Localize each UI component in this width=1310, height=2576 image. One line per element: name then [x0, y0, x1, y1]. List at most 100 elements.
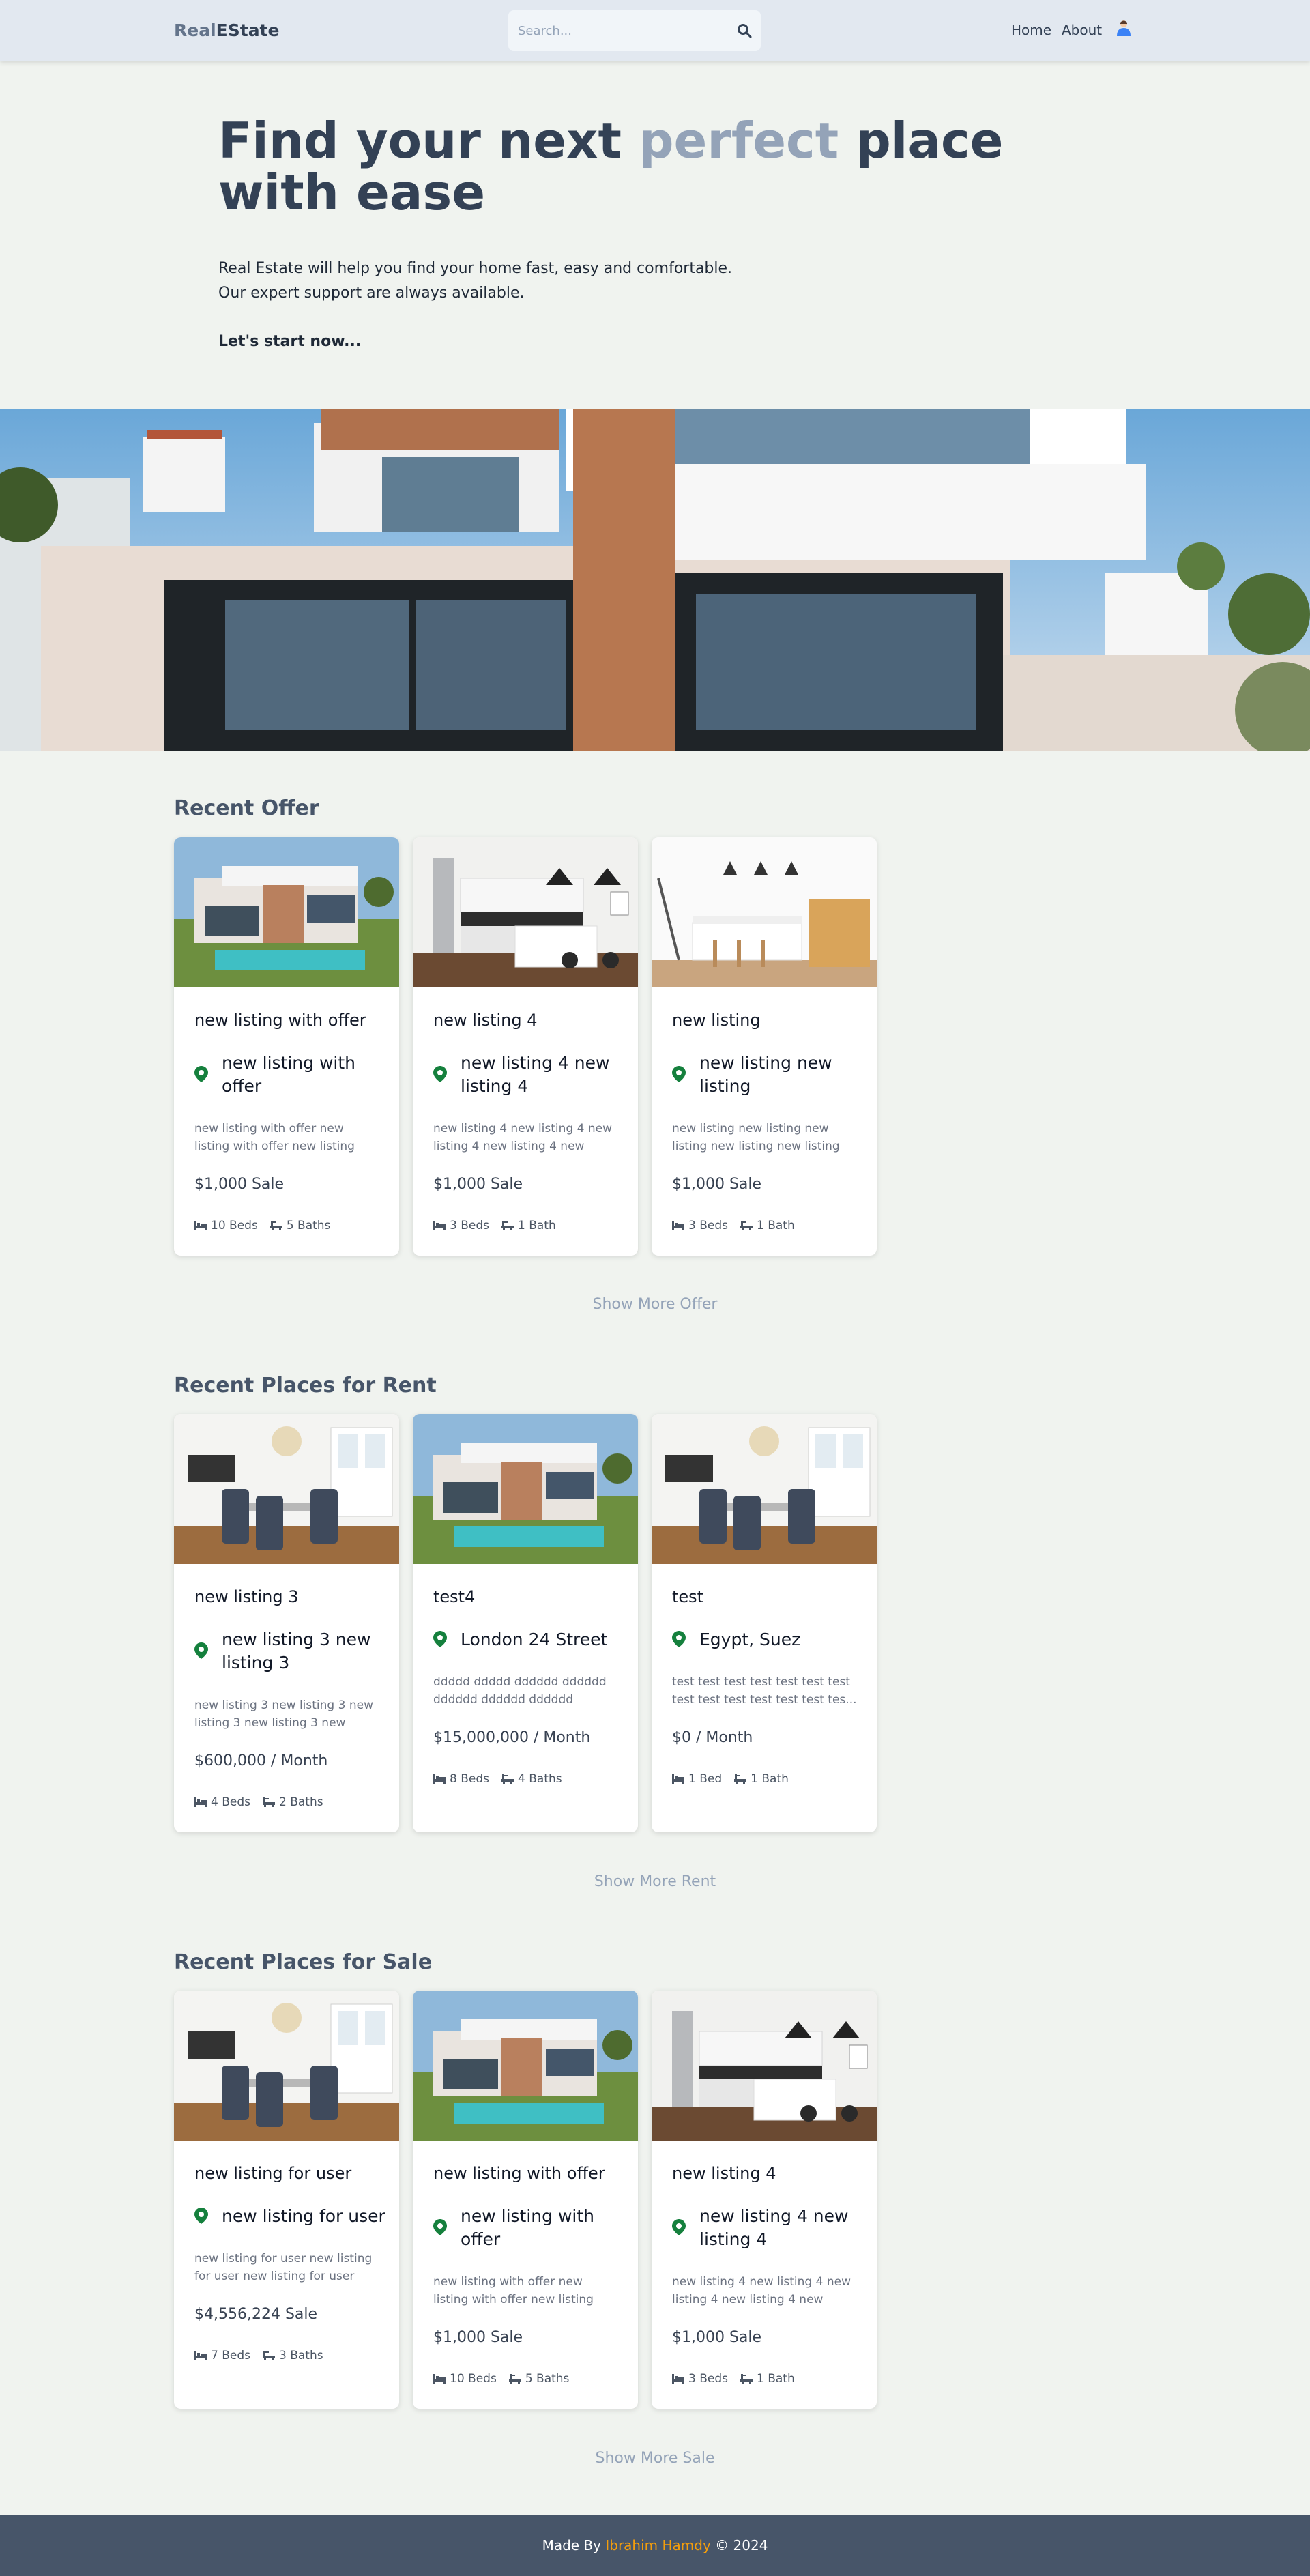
bed-icon — [672, 1774, 684, 1784]
listing-card[interactable]: new listing 4 new listing 4 new listing … — [413, 837, 638, 1256]
listing-location-text: new listing with offer — [461, 2206, 594, 2249]
show-more-sale-text[interactable]: Show More Sale — [596, 2450, 715, 2467]
search-box — [508, 10, 761, 51]
bath-icon — [740, 2374, 753, 2384]
listing-description: new listing new listing new listing new … — [672, 1122, 840, 1153]
bath-icon — [734, 1774, 746, 1784]
listing-card[interactable]: new listing for user new listing for use… — [174, 1991, 399, 2409]
section-title-rent: Recent Places for Rent — [174, 1374, 437, 1398]
listing-location-text: London 24 Street — [461, 1630, 608, 1649]
location-pin-icon — [194, 1642, 208, 1659]
listing-location-text: new listing 3 new listing 3 — [222, 1630, 371, 1673]
location-pin-icon — [433, 1066, 447, 1082]
location-pin-icon — [672, 1631, 686, 1647]
bed-icon — [672, 2374, 684, 2384]
hero-desc-line2: Our expert support are always available. — [218, 285, 525, 302]
location-pin-icon — [672, 1066, 686, 1082]
listing-card[interactable]: new listing with offer new listing with … — [413, 1991, 638, 2409]
listing-beds: 7 Beds — [211, 2349, 250, 2362]
listing-baths: 2 Baths — [279, 1795, 323, 1809]
location-pin-icon — [194, 2208, 208, 2224]
listing-features: 10 Beds 5 Baths — [194, 1219, 330, 1232]
listing-location-text: new listing for user — [222, 2206, 385, 2226]
listing-description: new listing with offer new listing with … — [194, 1122, 355, 1153]
listing-features: 10 Beds 5 Baths — [433, 2372, 569, 2386]
listing-beds: 3 Beds — [450, 1219, 489, 1232]
listing-image — [652, 1414, 877, 1564]
footer-made-by: Made By — [542, 2537, 606, 2553]
listing-image — [413, 837, 638, 987]
bed-icon — [433, 1221, 446, 1230]
listing-description: new listing for user new listing for use… — [194, 2252, 373, 2283]
bed-icon — [194, 2351, 207, 2360]
bath-icon — [263, 1797, 275, 1807]
listing-beds: 1 Bed — [688, 1772, 723, 1786]
hero-title-highlight: perfect — [638, 112, 839, 169]
bath-icon — [501, 1774, 514, 1784]
nav-about-link[interactable]: About — [1062, 22, 1102, 38]
user-avatar-icon[interactable] — [1116, 20, 1131, 36]
search-icon[interactable] — [736, 23, 753, 39]
listing-image — [174, 1991, 399, 2141]
footer: Made By Ibrahim Hamdy © 2024 — [0, 2515, 1310, 2576]
listing-baths: 3 Baths — [279, 2349, 323, 2362]
search-input[interactable] — [518, 20, 723, 41]
hero-description: Real Estate will help you find your home… — [218, 257, 732, 306]
logo-part1: Real — [174, 20, 216, 40]
listing-title: new listing 3 — [194, 1587, 299, 1606]
listing-description: new listing 4 new listing 4 new listing … — [433, 1122, 612, 1153]
listing-title: test — [672, 1587, 704, 1606]
listing-baths: 1 Bath — [757, 1219, 795, 1232]
listing-beds: 4 Beds — [211, 1795, 250, 1809]
listing-beds: 8 Beds — [450, 1772, 489, 1786]
location-pin-icon — [194, 1066, 208, 1082]
hero-title: Find your next perfect place with ease — [218, 115, 1064, 218]
listing-card[interactable]: new listing 3 new listing 3 new listing … — [174, 1414, 399, 1832]
listing-card[interactable]: new listing new listing new listing new … — [652, 837, 877, 1256]
listing-image — [413, 1991, 638, 2141]
nav-home-link[interactable]: Home — [1011, 22, 1051, 38]
listing-price: $600,000 / Month — [194, 1752, 328, 1769]
listing-card[interactable]: new listing with offer new listing with … — [174, 837, 399, 1256]
listing-description: new listing 4 new listing 4 new listing … — [672, 2275, 851, 2306]
show-more-sale-link: Show More Sale — [0, 2450, 1310, 2467]
bath-icon — [270, 1221, 282, 1230]
listing-price: $1,000 Sale — [433, 1176, 523, 1193]
listing-location-text: new listing 4 new listing 4 — [699, 2206, 849, 2249]
listing-features: 8 Beds 4 Baths — [433, 1772, 562, 1786]
hero-title-before: Find your next — [218, 112, 639, 169]
hero-cta-link[interactable]: Let's start now... — [218, 333, 361, 350]
listing-title: new listing with offer — [433, 2164, 605, 2183]
listing-price: $15,000,000 / Month — [433, 1729, 591, 1746]
listing-baths: 5 Baths — [525, 2372, 570, 2386]
footer-author-link[interactable]: Ibrahim Hamdy — [605, 2537, 710, 2553]
listing-card[interactable]: test Egypt, Suez test test test test tes… — [652, 1414, 877, 1832]
listing-features: 1 Bed 1 Bath — [672, 1772, 789, 1786]
section-title-offer: Recent Offer — [174, 796, 319, 820]
listing-baths: 1 Bath — [518, 1219, 556, 1232]
listing-beds: 10 Beds — [211, 1219, 258, 1232]
section-title-sale: Recent Places for Sale — [174, 1950, 433, 1974]
listing-card[interactable]: new listing 4 new listing 4 new listing … — [652, 1991, 877, 2409]
show-more-rent-text[interactable]: Show More Rent — [594, 1873, 716, 1890]
bath-icon — [501, 1221, 514, 1230]
listing-features: 3 Beds 1 Bath — [672, 1219, 795, 1232]
listing-baths: 5 Baths — [286, 1219, 331, 1232]
listing-title: new listing for user — [194, 2164, 352, 2183]
listing-description: ddddd ddddd dddddd dddddd dddddd dddddd … — [433, 1675, 607, 1707]
listing-features: 7 Beds 3 Baths — [194, 2349, 323, 2362]
listing-beds: 10 Beds — [450, 2372, 497, 2386]
bed-icon — [672, 1221, 684, 1230]
location-pin-icon — [672, 2219, 686, 2235]
listing-baths: 4 Baths — [518, 1772, 562, 1786]
listing-price: $1,000 Sale — [433, 2329, 523, 2346]
logo[interactable]: RealEState — [174, 20, 279, 40]
listing-baths: 1 Bath — [757, 2372, 795, 2386]
bed-icon — [433, 2374, 446, 2384]
listing-beds: 3 Beds — [688, 1219, 728, 1232]
listing-features: 3 Beds 1 Bath — [672, 2372, 795, 2386]
bed-icon — [194, 1797, 207, 1807]
listing-image — [413, 1414, 638, 1564]
show-more-offer-text[interactable]: Show More Offer — [593, 1296, 718, 1313]
listing-card[interactable]: test4 London 24 Street ddddd ddddd ddddd… — [413, 1414, 638, 1832]
